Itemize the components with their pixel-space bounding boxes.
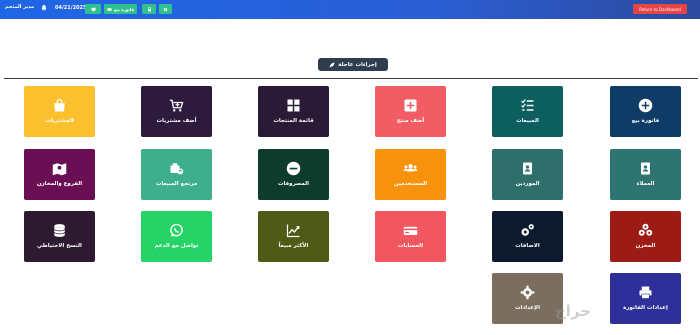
tile-label: إعدادات الفاتورة (623, 305, 668, 312)
gear-icon (163, 7, 168, 11)
settings-shortcut-button[interactable] (159, 4, 172, 14)
tile-label: الموردين (515, 181, 540, 188)
rocket-icon (329, 62, 335, 67)
printer-icon (639, 286, 652, 300)
tile-sales[interactable]: المبيعات (492, 86, 563, 137)
tile-warehouse[interactable]: المخزن (610, 211, 681, 262)
tile-add-product[interactable]: أضف منتج (375, 86, 446, 137)
tile-settings[interactable]: الإعدادات (492, 273, 563, 324)
tile-label: الأكثر مبيعاً (278, 243, 309, 250)
minus-circle-icon (286, 162, 301, 176)
tile-add-purchase[interactable]: أضف مشتريات (141, 86, 212, 137)
shopping-bag-icon (54, 99, 65, 112)
user-name[interactable]: مدير المتجم (5, 4, 34, 10)
tile-label: فاتورة بيع (631, 118, 660, 125)
section-divider (4, 78, 698, 79)
gears-icon (521, 224, 534, 236)
tile-label: قائمة المنتجات (273, 118, 314, 125)
quick-actions-button[interactable]: إجراءات عاجلة (318, 58, 388, 71)
tile-invoice-settings[interactable]: إعدادات الفاتورة (610, 273, 681, 324)
quick-actions-label: إجراءات عاجلة (338, 61, 377, 68)
tile-label: الاضافات (515, 243, 540, 250)
tile-addons[interactable]: الاضافات (492, 211, 563, 262)
map-pin-icon (52, 163, 67, 176)
tile-sales-returns[interactable]: مرتجع المبيعات (141, 149, 212, 200)
tile-label: المشتريات (45, 118, 74, 125)
tile-label: العملاء (636, 181, 655, 188)
grid-icon (287, 99, 300, 112)
watermark: حراج (555, 302, 592, 320)
plus-circle-icon (638, 99, 653, 113)
calculator-icon (147, 7, 151, 11)
tile-best-sellers[interactable]: الأكثر مبيعاً (258, 211, 329, 262)
tile-label: الحسابات (397, 243, 424, 250)
tile-purchases[interactable]: المشتريات (24, 86, 95, 137)
tile-backup[interactable]: النسخ الاحتياطي (24, 211, 95, 262)
tile-customers[interactable]: العملاء (610, 149, 681, 200)
cash-return-icon (170, 163, 184, 175)
contact-book-icon (523, 162, 532, 175)
cart-add-icon (169, 99, 184, 112)
tile-suppliers[interactable]: الموردين (492, 149, 563, 200)
whatsapp-icon (170, 224, 183, 238)
tile-label: الفروع والمخازن (36, 181, 83, 188)
tile-label: الإعدادات (514, 305, 541, 312)
monitor-icon (91, 7, 95, 11)
tile-label: تواصل مع الدعم (154, 243, 199, 250)
tile-label: أضف مشتريات (156, 118, 197, 125)
tile-users[interactable]: المستخدمين (375, 149, 446, 200)
new-sale-label: فاتورة بيع (113, 6, 135, 12)
bell-icon[interactable] (41, 5, 47, 12)
top-bar: مدير المتجم 04/21/2025 فاتورة بيع Return… (0, 0, 700, 19)
tile-product-list[interactable]: قائمة المنتجات (258, 86, 329, 137)
tile-sale-invoice[interactable]: فاتورة بيع (610, 86, 681, 137)
contact-book-icon (641, 162, 650, 175)
new-sale-button[interactable]: فاتورة بيع (104, 4, 137, 14)
calculator-button[interactable] (142, 4, 156, 14)
tile-label: المصروفات (277, 181, 310, 188)
tile-label: النسخ الاحتياطي (37, 243, 82, 250)
display-button[interactable] (85, 4, 101, 14)
current-date: 04/21/2025 (55, 5, 87, 11)
tile-accounts[interactable]: الحسابات (375, 211, 446, 262)
boxes-icon (638, 224, 653, 236)
card-icon (107, 7, 112, 11)
tile-label: المخزن (635, 243, 656, 250)
money-card-icon (403, 227, 418, 236)
tile-branches-warehouses[interactable]: الفروع والمخازن (24, 149, 95, 200)
users-icon (403, 164, 418, 172)
chart-up-icon (286, 224, 300, 238)
tile-label: أضف منتج (396, 118, 425, 125)
tile-contact-support[interactable]: تواصل مع الدعم (141, 211, 212, 262)
list-check-icon (521, 99, 534, 111)
tile-label: مرتجع المبيعات (155, 181, 198, 188)
tile-expenses[interactable]: المصروفات (258, 149, 329, 200)
database-icon (53, 224, 66, 238)
tile-label: المستخدمين (393, 181, 428, 188)
return-dashboard-button[interactable]: Return to Dashboard (633, 4, 687, 14)
add-box-icon (404, 99, 417, 112)
gear-icon (520, 286, 535, 300)
tile-label: المبيعات (516, 118, 539, 125)
